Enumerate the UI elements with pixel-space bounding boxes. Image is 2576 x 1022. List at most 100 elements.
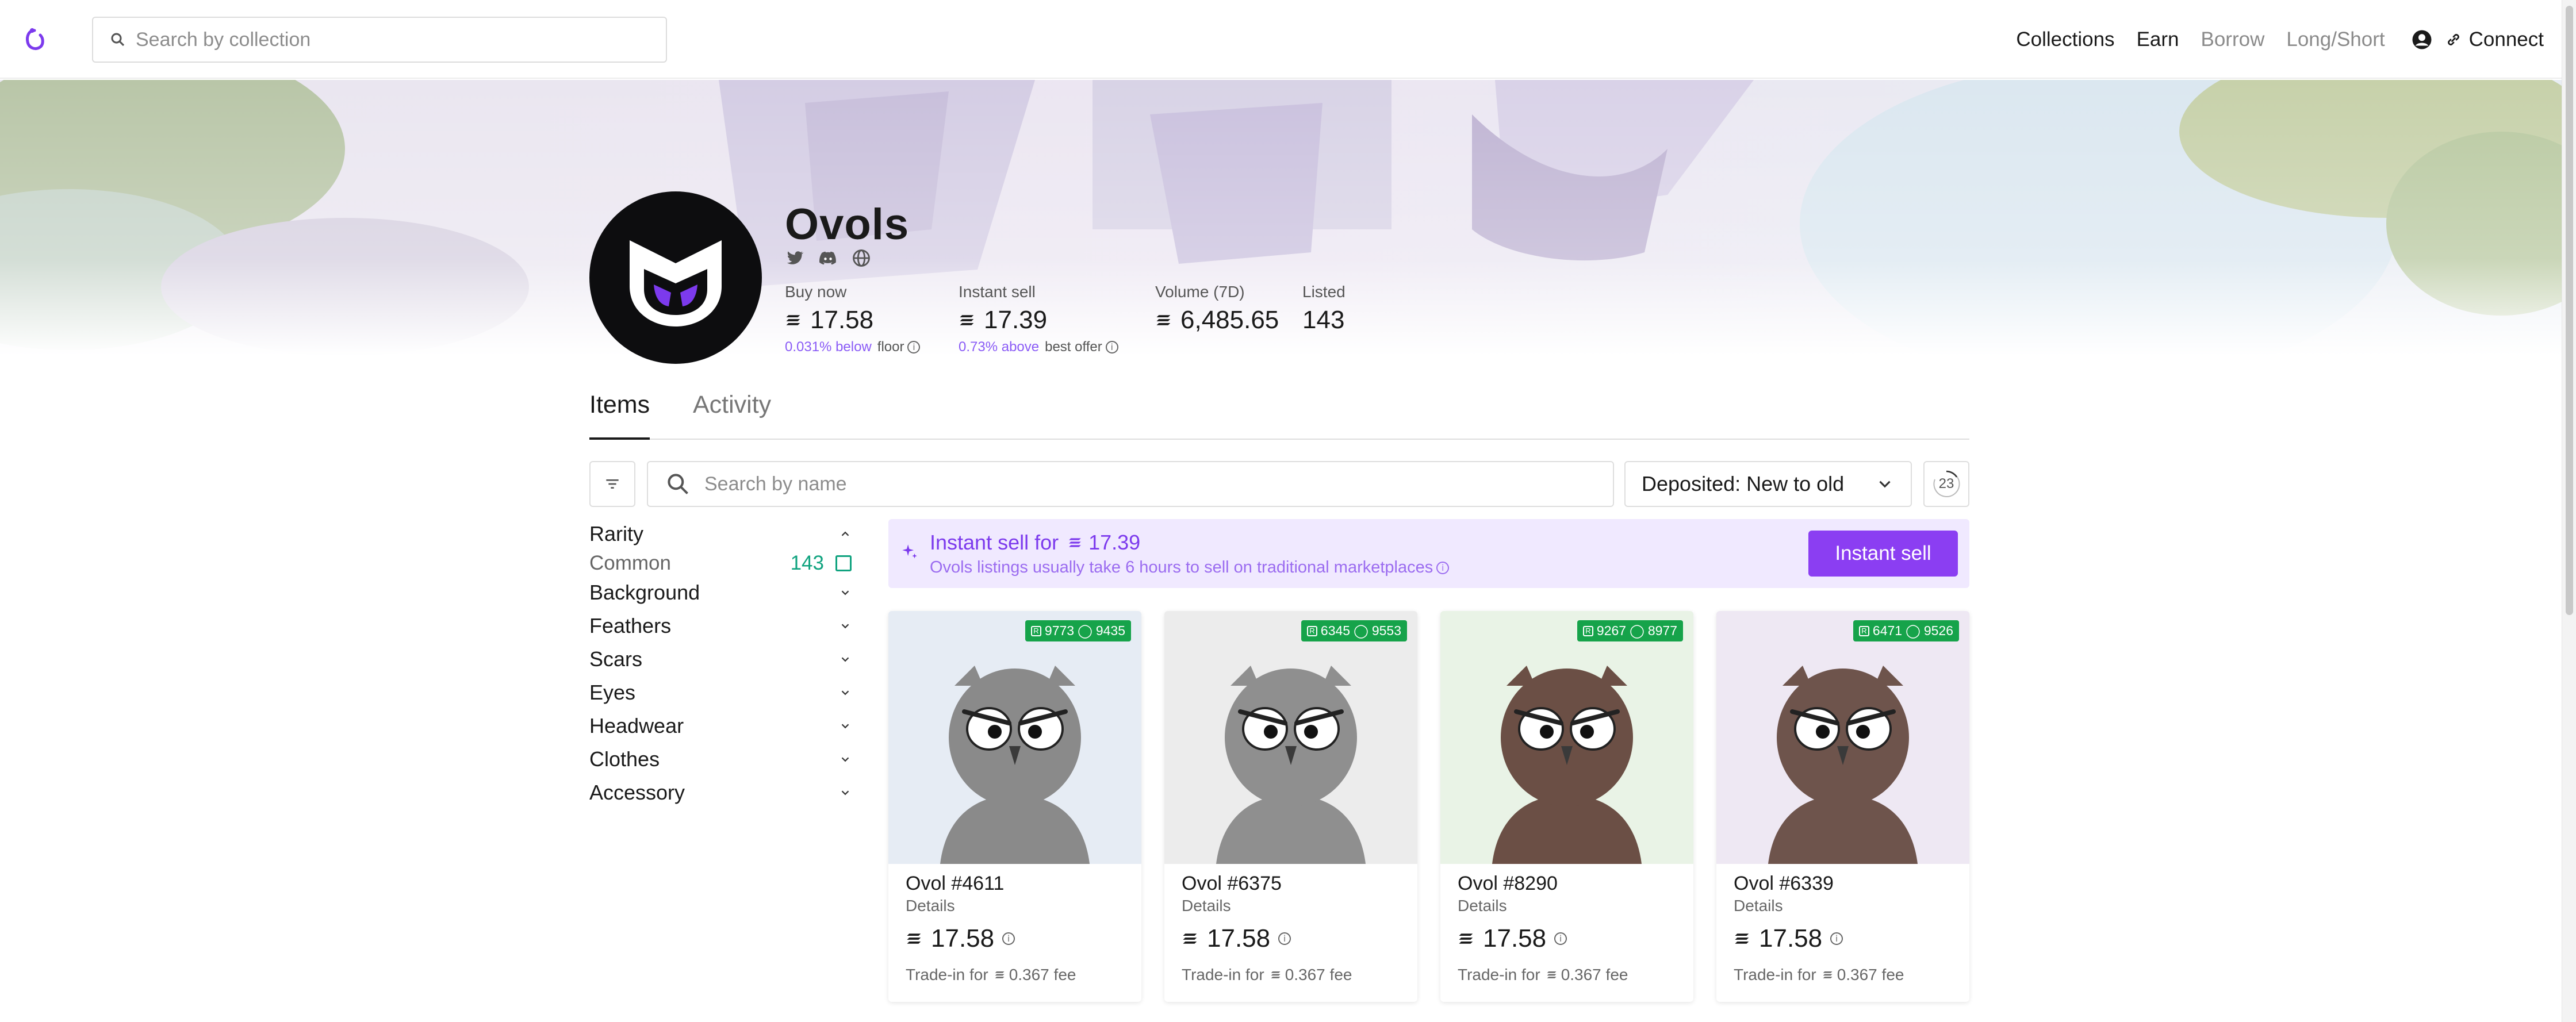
info-icon[interactable]: i [1554,932,1567,945]
collection-avatar [589,191,762,364]
stat-sub: 0.031% below floor i [785,339,921,355]
globe-icon[interactable] [852,248,871,268]
collection-search[interactable] [92,17,667,63]
chevron-up-icon [841,531,849,536]
nft-details-link[interactable]: Details [1734,897,1783,915]
collection-title: Ovols [785,200,910,249]
chevron-down-icon [841,757,849,762]
user-icon[interactable] [2412,29,2432,50]
name-search-input[interactable] [704,472,1601,495]
chevron-down-icon [841,624,849,629]
rank-alt-icon: ◯ [1354,623,1368,638]
refresh-button[interactable]: 23 [1923,461,1969,507]
tab-bar: Items Activity [589,391,1969,440]
sol-icon [1183,933,1197,944]
app-logo-icon[interactable] [24,27,45,51]
search-icon [111,33,125,47]
nft-card[interactable]: R 6345 ◯ 9553 Ovol #6375 Details 17.58 i… [1164,611,1417,1002]
info-icon[interactable]: i [1278,932,1291,945]
trade-in-prefix: Trade-in for [1458,966,1540,983]
nft-price: 17.58 i [1182,924,1291,953]
info-icon[interactable]: i [1105,341,1118,354]
rank-alt-icon: ◯ [1078,623,1092,638]
stat-volume: Volume (7D) 6,485.65 [1155,283,1279,335]
stat-instant-sell: Instant sell 17.39 0.73% above best offe… [959,283,1118,355]
nft-price: 17.58 i [1734,924,1843,953]
option-label: Common [589,552,671,574]
nft-name[interactable]: Ovol #4611 [906,873,1004,895]
nft-name[interactable]: Ovol #6339 [1734,873,1834,895]
filter-feathers[interactable]: Feathers [589,609,854,643]
twitter-icon[interactable] [785,248,804,268]
filter-background[interactable]: Background [589,576,854,609]
nav-long-short[interactable]: Long/Short [2286,28,2385,51]
filter-eyes[interactable]: Eyes [589,676,854,709]
sort-select[interactable]: Deposited: New to old [1624,461,1912,507]
info-icon[interactable]: i [1830,932,1843,945]
nav-collections[interactable]: Collections [2016,28,2114,51]
info-icon[interactable]: i [1436,561,1450,574]
discord-icon[interactable] [818,248,838,268]
stat-value: 143 [1302,306,1346,335]
sol-icon [1735,933,1749,944]
nft-name[interactable]: Ovol #8290 [1458,873,1558,895]
nft-details-link[interactable]: Details [906,897,955,915]
social-links [785,248,871,268]
stat-value-text: 6,485.65 [1180,306,1279,334]
stat-label: Volume (7D) [1155,283,1245,301]
instant-sell-subtitle-text: Ovols listings usually take 6 hours to s… [930,558,1433,577]
name-search[interactable] [647,461,1614,507]
nft-price: 17.58 i [906,924,1015,953]
rarity-badge: R 9267 ◯ 8977 [1577,620,1683,641]
option-count: 143 [790,552,824,574]
filter-headwear[interactable]: Headwear [589,709,854,743]
sol-icon [1271,971,1281,978]
instant-sell-button[interactable]: Instant sell [1808,531,1958,577]
scrollbar-thumb[interactable] [2566,6,2573,615]
search-icon [668,474,688,494]
nft-card[interactable]: R 9267 ◯ 8977 Ovol #8290 Details 17.58 i… [1440,611,1693,1002]
tab-items[interactable]: Items [589,391,650,440]
stat-sub-pct: 0.031% below [785,339,872,355]
nav-earn[interactable]: Earn [2137,28,2179,51]
rank-alt-icon: ◯ [1906,623,1920,638]
info-icon[interactable]: i [1002,932,1015,945]
tab-activity[interactable]: Activity [693,391,771,432]
page-scrollbar[interactable] [2562,0,2576,1022]
stat-value: 17.58 [785,306,920,335]
nft-card[interactable]: R 9773 ◯ 9435 Ovol #4611 Details 17.58 i… [888,611,1141,1002]
filter-toggle-button[interactable] [589,461,635,507]
instant-sell-subtitle: Ovols listings usually take 6 hours to s… [930,558,1450,577]
filter-label: Scars [589,647,643,671]
option-checkbox[interactable] [835,555,852,571]
nft-price-value: 17.58 [1483,924,1547,952]
nft-details-link[interactable]: Details [1182,897,1231,915]
rarity-option-common[interactable]: Common 143 [589,551,854,576]
chevron-down-icon [841,657,849,662]
collection-banner [0,80,2562,356]
rank-icon: R [1306,625,1317,636]
rank-value: 9267 [1596,623,1627,638]
sol-icon [1823,971,1833,978]
instant-sell-title-value: 17.39 [1088,531,1141,554]
filter-rarity[interactable]: Rarity [589,517,854,551]
connect-button[interactable]: Connect [2445,28,2544,51]
rank-alt-value: 8977 [1647,623,1677,638]
filter-clothes[interactable]: Clothes [589,743,854,776]
nft-card[interactable]: R 6471 ◯ 9526 Ovol #6339 Details 17.58 i… [1716,611,1969,1002]
filter-accessory[interactable]: Accessory [589,776,854,809]
nft-details-link[interactable]: Details [1458,897,1507,915]
rank-value: 6471 [1872,623,1903,638]
sol-icon [907,933,921,944]
filter-scars[interactable]: Scars [589,643,854,676]
instant-sell-banner: Instant sell for 17.39 Ovols listings us… [888,519,1969,588]
rarity-badge: R 9773 ◯ 9435 [1025,620,1131,641]
info-icon[interactable]: i [907,341,921,354]
stat-sub-text: best offer [1045,339,1102,355]
collection-search-input[interactable] [136,28,653,51]
stat-listed: Listed 143 [1302,283,1346,335]
rank-icon: R [1030,625,1041,636]
nav-borrow[interactable]: Borrow [2201,28,2265,51]
trade-in-info: Trade-in for 0.367 fee [1458,966,1628,984]
nft-name[interactable]: Ovol #6375 [1182,873,1282,895]
